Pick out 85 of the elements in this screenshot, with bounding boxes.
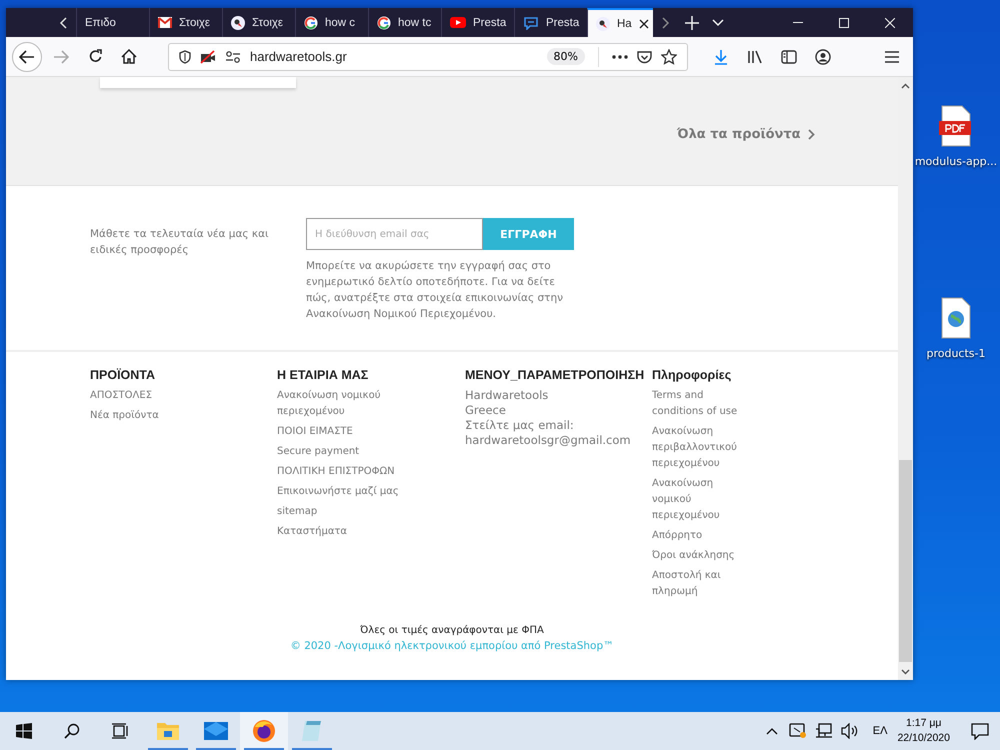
copyright-link[interactable]: © 2020 -Λογισμικό ηλεκτρονικού εμπορίου από PrestaShop™	[290, 640, 614, 652]
footer-link[interactable]: Ανακοίνωση νομικού περιεχομένου	[652, 476, 752, 524]
newsletter-note: Μπορείτε να ακυρώσετε την εγγραφή σας στο ενημερωτικό δελτίο οποτεδήποτε. Για να δείτε πώς, ανατρέξτε στα στοιχεία επικοινωνίας στην Ανακοίνωση Νομικού Περιεχομένου.	[306, 259, 564, 322]
footer-link[interactable]: Secure payment	[277, 444, 360, 460]
footer-link[interactable]: Αποστολή και πληρωμή	[652, 568, 752, 600]
browser-icon	[252, 719, 276, 743]
footer-heading: ΠΡΟΪΟΝΤΑ	[90, 368, 156, 382]
browser-tab[interactable]: Ha	[587, 8, 653, 37]
chevron-up-icon[interactable]	[766, 727, 778, 735]
network-icon[interactable]	[814, 723, 833, 739]
footer-link[interactable]: Όροι ανάκλησης	[652, 548, 735, 564]
clock-time[interactable]: 1:17 μμ	[906, 716, 942, 731]
taskbar-app-button[interactable]	[240, 712, 288, 750]
back-button[interactable]	[12, 42, 42, 72]
footer-link[interactable]: ΠΟΙΟΙ ΕΙΜΑΣΤΕ	[277, 424, 353, 440]
contact-text: hardwaretoolsgr@gmail.com	[465, 433, 631, 448]
footer-link[interactable]: Ανακοίνωση περιβαλλοντικού περιεχομένου	[652, 424, 752, 472]
footer-link[interactable]: Επικοινωνήστε μαζί μας	[277, 484, 399, 500]
chat-icon	[523, 16, 539, 30]
newsletter-text: Μάθετε τα τελευταία νέα μας και ειδικές προσφορές	[90, 227, 270, 258]
more-icon[interactable]	[612, 54, 628, 58]
windows-icon[interactable]	[16, 723, 32, 739]
footer-link[interactable]: Terms and conditions of use	[652, 388, 752, 420]
email-field[interactable]: Η διεύθυνση email σας	[306, 218, 483, 250]
scrollbar[interactable]	[898, 77, 913, 680]
security-icon[interactable]	[788, 723, 807, 739]
footer-link[interactable]: ΠΟΛΙΤΙΚΗ ΕΠΙΣΤΡΟΦΩΝ	[277, 464, 395, 480]
bookmark-star-icon[interactable]	[661, 48, 677, 64]
language-indicator[interactable]: ΕΛ	[872, 725, 888, 737]
notification-icon[interactable]	[971, 722, 989, 740]
play-icon	[450, 17, 466, 28]
chevron-down-icon[interactable]	[712, 18, 724, 26]
clock-date[interactable]: 22/10/2020	[897, 731, 950, 746]
account-icon[interactable]	[815, 48, 831, 64]
contact-text: Hardwaretools	[465, 388, 550, 403]
desktop-icon-label[interactable]: modulus-app...	[914, 155, 998, 168]
mail-icon	[158, 17, 172, 28]
task-view-icon[interactable]	[111, 723, 129, 739]
footer-link[interactable]: Νέα προϊόντα	[90, 408, 159, 424]
envelope-icon	[204, 722, 228, 740]
close-icon[interactable]	[885, 18, 895, 28]
contact-text: Greece	[465, 403, 507, 418]
close-tab-icon[interactable]	[638, 18, 649, 28]
reload-icon[interactable]	[88, 49, 102, 64]
scroll-down-icon[interactable]	[901, 669, 910, 675]
footer-link[interactable]: Καταστήματα	[277, 524, 348, 540]
search-icon[interactable]	[64, 723, 80, 739]
scroll-up-icon[interactable]	[901, 83, 910, 89]
pocket-icon[interactable]	[637, 50, 652, 64]
permissions-icon[interactable]	[225, 50, 241, 62]
sidebar-icon[interactable]	[781, 50, 797, 64]
footer-heading: Η ΕΤΑΙΡΙΑ ΜΑΣ	[277, 368, 368, 382]
address-bar[interactable]: hardwaretools.gr 80%	[168, 42, 688, 70]
library-icon[interactable]	[747, 50, 763, 64]
footer-heading: ΜΕΝΟΥ_ΠΑΡΑΜΕΤΡΟΠΟΙΗΣΗ	[465, 368, 644, 382]
google-icon	[304, 16, 318, 30]
prices-note: Όλες οι τιμές αναγράφονται με ΦΠΑ	[360, 625, 544, 636]
footer-heading: Πληροφορίες	[652, 368, 732, 382]
plus-icon[interactable]	[685, 16, 699, 30]
scrollbar-thumb[interactable]	[899, 460, 912, 662]
download-icon[interactable]	[714, 48, 728, 64]
back-arrow-icon[interactable]	[19, 50, 35, 64]
zoom-level-button[interactable]: 80%	[546, 48, 585, 65]
maximize-icon[interactable]	[839, 18, 849, 28]
desktop-icon-label[interactable]: products-1	[926, 347, 986, 360]
chevron-right-icon[interactable]	[808, 129, 815, 140]
footer-link[interactable]: Απόρρητο	[652, 528, 702, 544]
chevron-left-icon[interactable]	[59, 16, 67, 28]
url-text[interactable]: hardwaretools.gr	[250, 49, 347, 64]
footer-link[interactable]: sitemap	[277, 504, 318, 520]
home-icon[interactable]	[121, 49, 137, 64]
volume-icon[interactable]	[840, 723, 859, 739]
shield-icon[interactable]	[179, 50, 191, 64]
pdf-file-icon[interactable]	[938, 105, 974, 147]
footer-link[interactable]: ΑΠΟΣΤΟΛΕΣ	[90, 388, 152, 404]
all-products-link[interactable]: Όλα τα προϊόντα	[677, 127, 801, 142]
blocked-camera-icon[interactable]	[200, 50, 216, 64]
notepad-icon	[300, 720, 324, 742]
contact-text: Στείλτε μας email:	[465, 418, 575, 433]
footer-link[interactable]: Ανακοίνωση νομικού περιεχομένου	[277, 388, 407, 420]
chevron-right-icon[interactable]	[662, 16, 670, 28]
subscribe-button[interactable]: ΕΓΓΡΑΦΗ	[483, 218, 574, 250]
google-icon	[377, 16, 391, 30]
folder-icon	[156, 721, 180, 741]
menu-icon[interactable]	[885, 50, 899, 62]
